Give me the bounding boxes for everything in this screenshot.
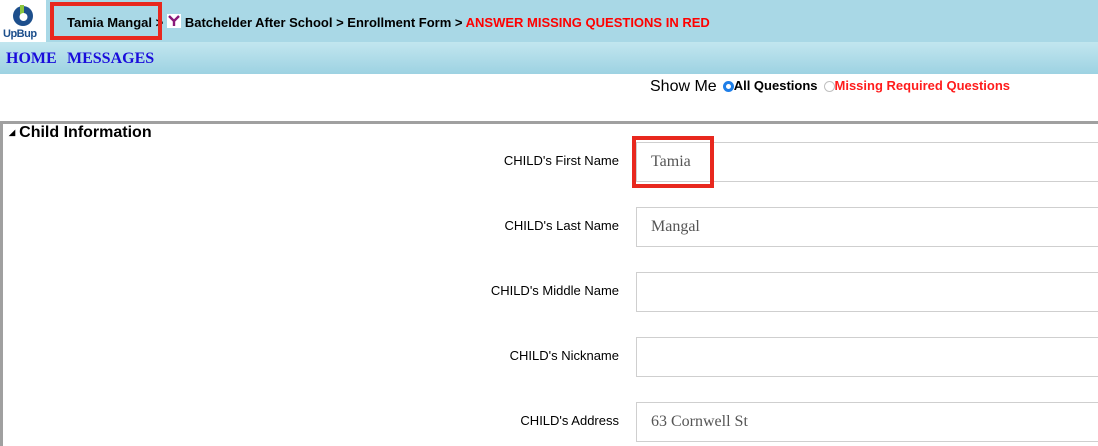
- breadcrumb-program[interactable]: Batchelder After School: [185, 15, 333, 30]
- last-name-label: CHILD's Last Name: [504, 218, 619, 233]
- missing-questions-notice: ANSWER MISSING QUESTIONS IN RED: [465, 15, 710, 30]
- ymca-logo-icon: [166, 14, 181, 28]
- nav-bar: HOME MESSAGES: [0, 42, 1098, 74]
- address-input[interactable]: [636, 402, 1098, 442]
- show-me-label: Show Me: [650, 78, 717, 95]
- nav-home-link[interactable]: HOME: [6, 50, 57, 68]
- first-name-input[interactable]: [636, 142, 1098, 182]
- address-label: CHILD's Address: [520, 413, 619, 428]
- middle-name-input[interactable]: [636, 272, 1098, 312]
- last-name-input[interactable]: [636, 207, 1098, 247]
- breadcrumb: Tamia Mangal > Batchelder After School >…: [67, 14, 710, 30]
- collapse-triangle-icon[interactable]: ◢: [9, 128, 15, 137]
- section-title[interactable]: ◢ Child Information: [9, 124, 152, 142]
- breadcrumb-user[interactable]: Tamia Mangal: [67, 15, 152, 30]
- all-questions-label[interactable]: All Questions: [734, 78, 818, 93]
- nickname-input[interactable]: [636, 337, 1098, 377]
- middle-name-label: CHILD's Middle Name: [490, 283, 619, 298]
- upbup-logo[interactable]: UpBup: [0, 0, 46, 42]
- top-bar: UpBup Tamia Mangal > Batchelder After Sc…: [0, 0, 1098, 42]
- logo-text: UpBup: [3, 28, 37, 40]
- breadcrumb-form[interactable]: Enrollment Form: [347, 15, 451, 30]
- missing-required-radio[interactable]: [823, 81, 835, 92]
- all-questions-radio[interactable]: [722, 81, 734, 92]
- upbup-logo-icon: [13, 5, 33, 26]
- show-me-filter: Show Me All Questions Missing Required Que…: [650, 78, 1010, 96]
- first-name-label: CHILD's First Name: [503, 153, 619, 168]
- nickname-label: CHILD's Nickname: [509, 348, 619, 363]
- missing-required-label[interactable]: Missing Required Questions: [835, 78, 1011, 93]
- nav-messages-link[interactable]: MESSAGES: [67, 50, 154, 68]
